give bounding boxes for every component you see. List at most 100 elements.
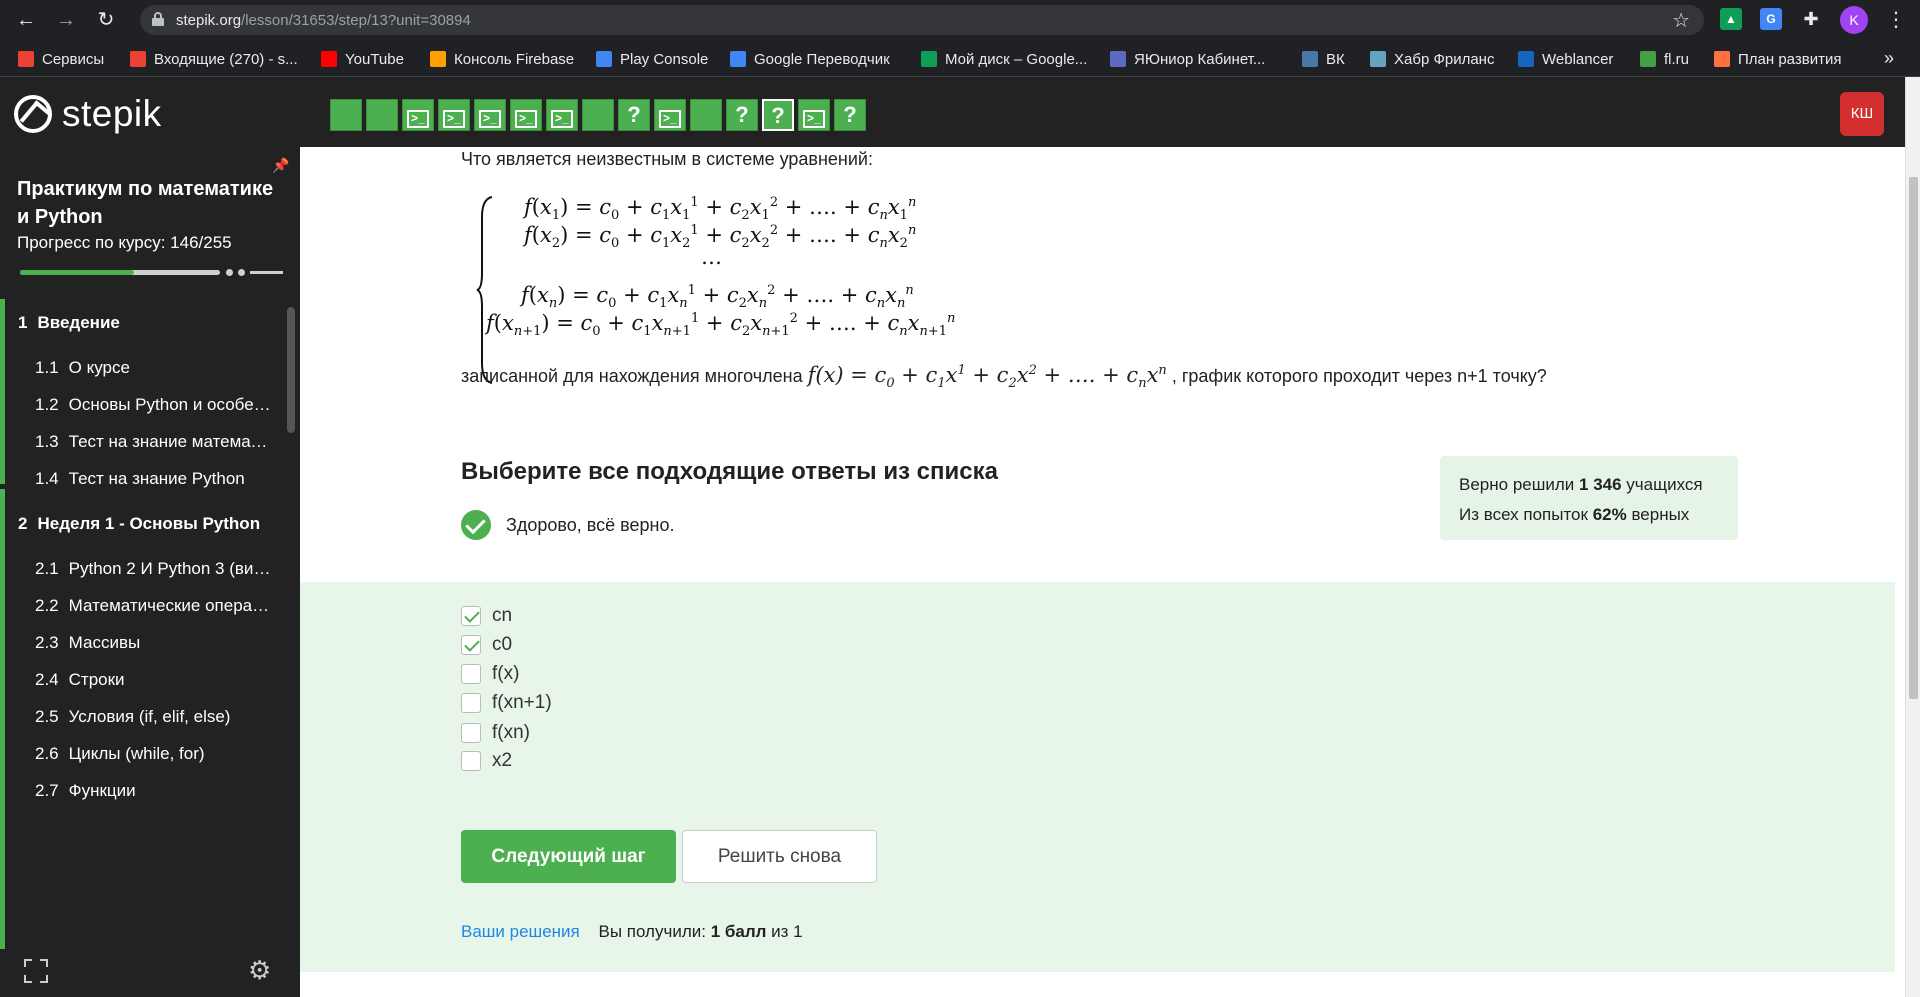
sidebar-item-number: 2.7 bbox=[35, 781, 59, 800]
sidebar-lesson[interactable]: 1.3 Тест на знание математики bbox=[0, 432, 290, 452]
your-solutions-link[interactable]: Ваши решения bbox=[461, 922, 580, 941]
sidebar-item-number: 2 bbox=[18, 514, 28, 533]
bookmark-item[interactable]: Консоль Firebase bbox=[430, 48, 574, 70]
bookmark-item[interactable]: Хабр Фриланс bbox=[1370, 48, 1494, 70]
followup-after: , график которого проходит через n+1 точ… bbox=[1171, 366, 1547, 386]
checkbox-checked[interactable] bbox=[461, 635, 481, 655]
bookmark-item[interactable]: Weblancer bbox=[1518, 48, 1613, 70]
step-code-icon[interactable]: >_ bbox=[402, 99, 434, 131]
sidebar-lesson[interactable]: 1.2 Основы Python и особенности bbox=[0, 395, 290, 415]
step-code-icon[interactable]: >_ bbox=[654, 99, 686, 131]
sidebar-section[interactable]: 1 Введение bbox=[0, 313, 290, 333]
sidebar-item-number: 2.5 bbox=[35, 707, 59, 726]
stepik-logo[interactable]: stepik bbox=[14, 93, 162, 135]
step-code-icon[interactable]: >_ bbox=[798, 99, 830, 131]
extensions-puzzle-icon[interactable]: ✚ bbox=[1800, 8, 1822, 30]
step-code-icon[interactable]: >_ bbox=[546, 99, 578, 131]
bookmark-item[interactable]: Входящие (270) - s... bbox=[130, 48, 298, 70]
sidebar-item-label: Математические операции bbox=[68, 596, 281, 615]
checkbox-unchecked[interactable] bbox=[461, 693, 481, 713]
step-text-done[interactable] bbox=[582, 99, 614, 131]
equation-row-n: f(xn) = c0 + c1xn1 + c2xn2 + …. + cnxnn bbox=[521, 283, 914, 312]
google-translate-extension-icon[interactable]: G bbox=[1760, 8, 1782, 30]
step-quiz-icon[interactable]: ? bbox=[834, 99, 866, 131]
answer-option[interactable]: f(x) bbox=[461, 663, 519, 685]
user-avatar[interactable]: КШ bbox=[1840, 92, 1884, 136]
step-code-icon[interactable]: >_ bbox=[438, 99, 470, 131]
address-bar[interactable]: stepik.org/lesson/31653/step/13?unit=308… bbox=[140, 5, 1704, 35]
answer-option[interactable]: f(xn+1) bbox=[461, 692, 552, 714]
stepik-header: stepik >_ >_ >_ >_ >_? >_?? >_? КШ bbox=[0, 77, 1905, 147]
answer-option[interactable]: x2 bbox=[461, 750, 512, 772]
lock-icon bbox=[152, 12, 164, 26]
checkbox-unchecked[interactable] bbox=[461, 723, 481, 743]
fullscreen-expand-icon[interactable] bbox=[24, 959, 48, 983]
bookmark-item[interactable]: ВК bbox=[1302, 48, 1345, 70]
bookmarks-overflow-icon[interactable]: » bbox=[1884, 48, 1894, 69]
sidebar-item-label: Функции bbox=[68, 781, 136, 800]
sidebar-section[interactable]: 2 Неделя 1 - Основы Python bbox=[0, 514, 290, 534]
checkbox-unchecked[interactable] bbox=[461, 751, 481, 771]
sidebar-item-label: Тест на знание Python bbox=[68, 469, 245, 488]
bookmark-item[interactable]: ЯЮниор Кабинет... bbox=[1110, 48, 1265, 70]
answer-option[interactable]: f(xn) bbox=[461, 722, 530, 744]
bookmark-item[interactable]: Мой диск – Google... bbox=[921, 48, 1087, 70]
sidebar-item-number: 2.2 bbox=[35, 596, 59, 615]
bookmark-item[interactable]: YouTube bbox=[321, 48, 404, 70]
bookmark-label: Входящие (270) - s... bbox=[154, 50, 298, 68]
forward-arrow-icon[interactable]: → bbox=[52, 6, 80, 34]
course-progress-bar bbox=[20, 270, 220, 275]
sidebar-lesson[interactable]: 2.7 Функции bbox=[0, 781, 290, 801]
sidebar-lesson[interactable]: 2.3 Массивы bbox=[0, 633, 290, 653]
bookmark-item[interactable]: Play Console bbox=[596, 48, 708, 70]
back-arrow-icon[interactable]: ← bbox=[12, 6, 40, 34]
answer-option[interactable]: cn bbox=[461, 605, 512, 627]
sidebar-lesson[interactable]: 2.2 Математические операции bbox=[0, 596, 290, 616]
completion-bar bbox=[0, 299, 5, 484]
answer-option[interactable]: c0 bbox=[461, 634, 512, 656]
sidebar-item-number: 1.1 bbox=[35, 358, 59, 377]
bookmark-item[interactable]: Google Переводчик bbox=[730, 48, 890, 70]
solve-again-button[interactable]: Решить снова bbox=[682, 830, 877, 883]
sidebar-lesson[interactable]: 1.1 О курсе bbox=[0, 358, 290, 378]
google-drive-extension-icon[interactable]: ▲ bbox=[1720, 8, 1742, 30]
sidebar-item-label: Введение bbox=[37, 313, 120, 332]
course-title[interactable]: Практикум по математике и Python bbox=[17, 175, 277, 231]
bookmark-item[interactable]: Сервисы bbox=[18, 48, 104, 70]
sidebar-lesson[interactable]: 2.5 Условия (if, elif, else) bbox=[0, 707, 290, 727]
google-translate-icon bbox=[730, 51, 746, 67]
sidebar-item-label: Тест на знание математики bbox=[68, 432, 285, 451]
sidebar-lesson[interactable]: 1.4 Тест на знание Python bbox=[0, 469, 290, 489]
next-step-button[interactable]: Следующий шаг bbox=[461, 830, 676, 883]
step-quiz-icon[interactable]: ? bbox=[726, 99, 758, 131]
step-code-icon[interactable]: >_ bbox=[474, 99, 506, 131]
score-suffix: из 1 bbox=[771, 922, 803, 941]
checkbox-checked[interactable] bbox=[461, 606, 481, 626]
firebase-icon bbox=[430, 51, 446, 67]
sidebar-lesson[interactable]: 2.4 Строки bbox=[0, 670, 290, 690]
bookmark-label: Сервисы bbox=[42, 50, 105, 68]
page-scrollbar[interactable] bbox=[1905, 77, 1920, 997]
pin-icon[interactable]: 📌 bbox=[272, 157, 289, 174]
sidebar-lesson[interactable]: 2.6 Циклы (while, for) bbox=[0, 744, 290, 764]
profile-avatar[interactable]: K bbox=[1840, 6, 1868, 34]
step-code-icon[interactable]: >_ bbox=[510, 99, 542, 131]
reload-icon[interactable]: ↻ bbox=[92, 6, 120, 34]
step-text-done[interactable] bbox=[366, 99, 398, 131]
step-quiz-current[interactable]: ? bbox=[762, 99, 794, 131]
checkbox-unchecked[interactable] bbox=[461, 664, 481, 684]
page-scrollbar-thumb[interactable] bbox=[1909, 177, 1918, 699]
sidebar-lesson[interactable]: 2.1 Python 2 И Python 3 (видео) bbox=[0, 559, 290, 579]
step-text-done[interactable] bbox=[330, 99, 362, 131]
bookmark-item[interactable]: План развития bbox=[1714, 48, 1841, 70]
browser-toolbar: ← → ↻ stepik.org/lesson/31653/step/13?un… bbox=[0, 0, 1920, 40]
sidebar-scrollbar[interactable] bbox=[287, 307, 295, 433]
bookmark-item[interactable]: fl.ru bbox=[1640, 48, 1689, 70]
step-quiz-icon[interactable]: ? bbox=[618, 99, 650, 131]
course-progress-fill bbox=[20, 270, 134, 275]
bookmark-star-icon[interactable]: ☆ bbox=[1672, 8, 1690, 33]
sidebar-item-label: Строки bbox=[68, 670, 125, 689]
settings-gear-icon[interactable]: ⚙ bbox=[248, 955, 271, 986]
step-text-done[interactable] bbox=[690, 99, 722, 131]
browser-menu-icon[interactable]: ⋮ bbox=[1884, 6, 1908, 34]
